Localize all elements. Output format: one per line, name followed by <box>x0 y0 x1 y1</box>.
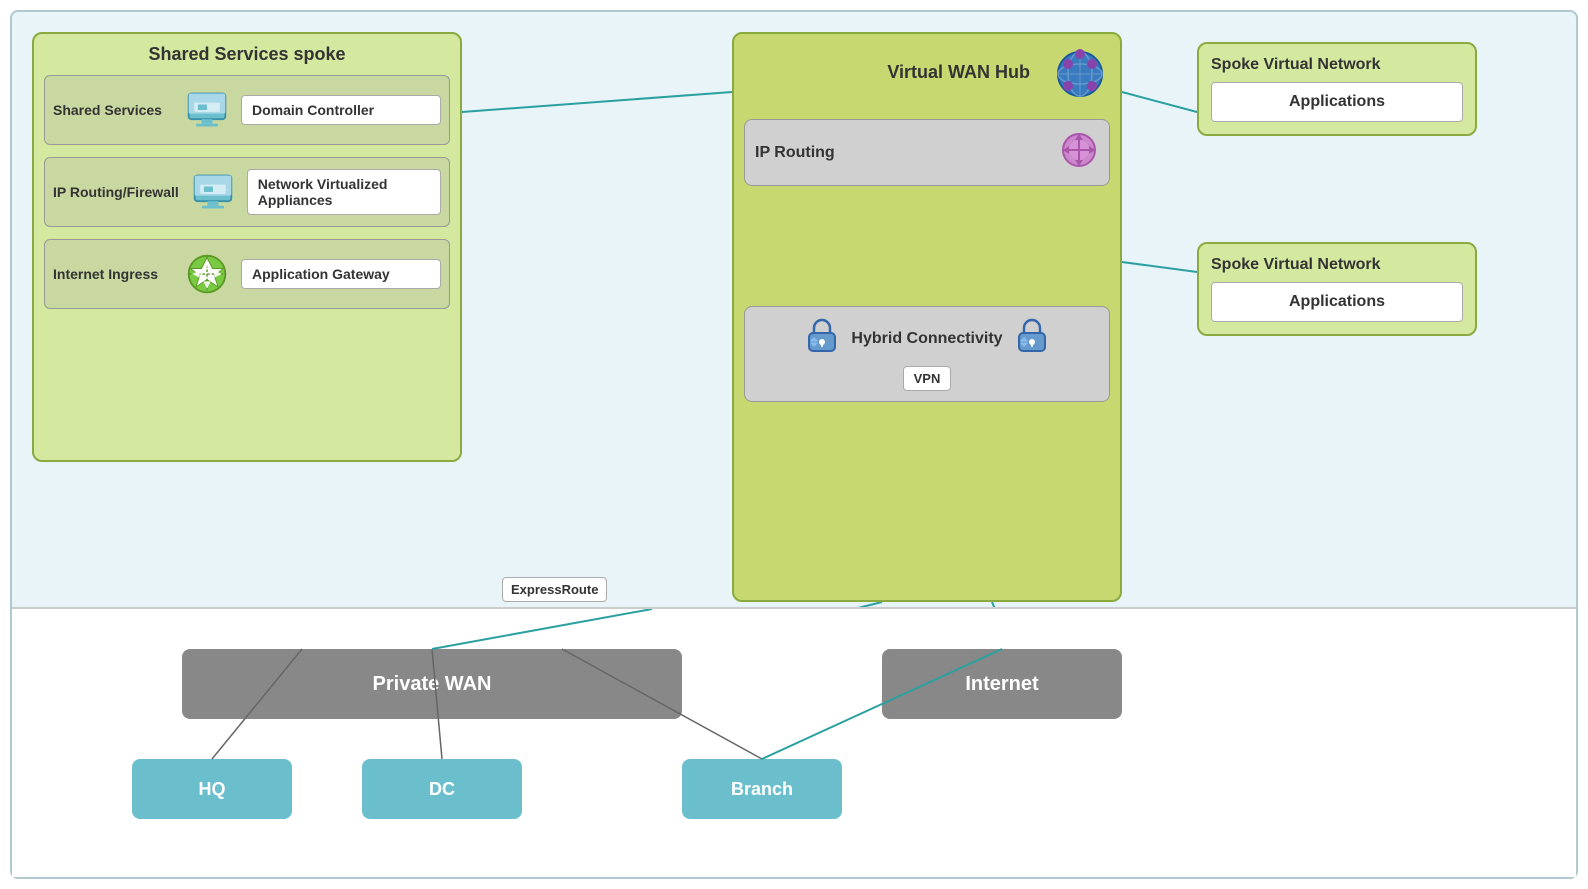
lock-icon-1 <box>803 317 841 360</box>
vwan-globe-icon <box>1050 44 1110 109</box>
app-gateway-label: Application Gateway <box>241 259 441 289</box>
hybrid-connectivity-box: Hybrid Connectivity VPN <box>744 306 1110 402</box>
vwan-hub-area: Virtual WAN Hub IP Routin <box>732 32 1122 602</box>
branch-label: Branch <box>731 779 793 800</box>
expressroute-label: ExpressRoute <box>502 577 607 602</box>
spoke-vnet-2: Spoke Virtual Network Applications <box>1197 242 1477 336</box>
ip-routing-row: IP Routing/Firewall Network Virtualized … <box>44 157 450 227</box>
private-wan-label: Private WAN <box>373 673 492 696</box>
shared-services-spoke: Shared Services spoke Shared Services Do… <box>32 32 462 462</box>
internet-ingress-label: Internet Ingress <box>53 266 173 282</box>
shared-services-label: Shared Services <box>53 102 173 118</box>
main-canvas: Shared Services spoke Shared Services Do… <box>10 10 1578 879</box>
shared-services-row: Shared Services Domain Controller <box>44 75 450 145</box>
domain-controller-label: Domain Controller <box>241 95 441 125</box>
hq-terminal: HQ <box>132 759 292 819</box>
internet-label: Internet <box>965 673 1038 696</box>
private-wan-box: Private WAN <box>182 649 682 719</box>
spoke-vnet-1: Spoke Virtual Network Applications <box>1197 42 1477 136</box>
internet-box: Internet <box>882 649 1122 719</box>
monitor-icon-2 <box>189 168 237 216</box>
app-gateway-icon <box>183 250 231 298</box>
dc-label: DC <box>429 779 455 800</box>
vpn-label: VPN <box>903 366 952 391</box>
routing-box: IP Routing <box>744 119 1110 186</box>
hq-label: HQ <box>199 779 226 800</box>
ip-routing-label: IP Routing/Firewall <box>53 184 179 200</box>
routing-label: IP Routing <box>755 144 1049 162</box>
nva-label: Network Virtualized Appliances <box>247 169 441 215</box>
branch-terminal: Branch <box>682 759 842 819</box>
spoke-vnet-1-title: Spoke Virtual Network <box>1211 56 1463 74</box>
lock-icon-2 <box>1013 317 1051 360</box>
dc-terminal: DC <box>362 759 522 819</box>
internet-ingress-row: Internet Ingress Application Gateway <box>44 239 450 309</box>
bottom-area: Private WAN Internet HQ DC Branch <box>12 607 1576 877</box>
shared-services-spoke-title: Shared Services spoke <box>44 44 450 65</box>
spoke-vnet-1-app: Applications <box>1211 82 1463 122</box>
hybrid-label: Hybrid Connectivity <box>851 330 1002 348</box>
spoke-vnet-2-title: Spoke Virtual Network <box>1211 256 1463 274</box>
spoke-vnet-2-app: Applications <box>1211 282 1463 322</box>
routing-icon <box>1059 130 1099 175</box>
vwan-title: Virtual WAN Hub <box>887 62 1040 83</box>
monitor-icon-1 <box>183 86 231 134</box>
